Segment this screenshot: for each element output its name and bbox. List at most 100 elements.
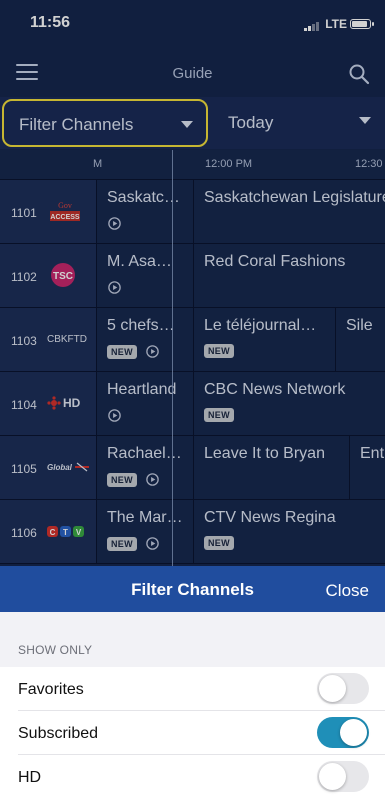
channel-cell[interactable]: 1102 TSC bbox=[0, 244, 96, 307]
replay-icon bbox=[146, 473, 159, 486]
channel-cell[interactable]: 1105 Global bbox=[0, 436, 96, 499]
program-title: Leave It to Bryan bbox=[204, 445, 325, 462]
replay-icon bbox=[146, 345, 159, 358]
section-label: SHOW ONLY bbox=[18, 643, 93, 657]
search-icon[interactable] bbox=[347, 62, 371, 86]
channel-cell[interactable]: 1103 CBKFTD bbox=[0, 308, 96, 371]
program-title: Red Coral Fashions bbox=[204, 253, 346, 270]
time-slot-1230: 12:30 bbox=[355, 158, 383, 170]
filter-channels-dropdown[interactable]: Filter Channels bbox=[2, 99, 208, 147]
program-cell[interactable]: Saskatchewan Legislature bbox=[193, 180, 385, 243]
filter-bar: Filter Channels Today bbox=[0, 97, 385, 149]
channel-row: 1101 Gov ACCESS Saskatc… Saskatchewan Le… bbox=[0, 180, 385, 244]
subscribed-toggle[interactable] bbox=[317, 717, 369, 748]
channel-number: 1103 bbox=[11, 334, 37, 348]
program-cell[interactable]: Sile bbox=[335, 308, 385, 371]
time-slot-previous: M bbox=[93, 158, 103, 170]
favorites-toggle[interactable] bbox=[317, 673, 369, 704]
program-cell[interactable]: Saskatc… bbox=[96, 180, 193, 243]
page-title: Guide bbox=[172, 65, 213, 82]
global-label: Global bbox=[47, 462, 72, 472]
toggle-knob bbox=[340, 719, 367, 746]
program-title: 5 chefs… bbox=[107, 317, 175, 334]
channel-row: 1103 CBKFTD 5 chefs… NEW Le téléjournal…… bbox=[0, 308, 385, 372]
channel-logo-cbkftd: CBKFTD bbox=[47, 333, 87, 345]
program-cell[interactable]: Red Coral Fashions bbox=[193, 244, 385, 307]
option-label: HD bbox=[18, 769, 42, 786]
close-button[interactable]: Close bbox=[326, 581, 369, 601]
time-header: M 12:00 PM 12:30 bbox=[0, 150, 385, 180]
filter-channels-label: Filter Channels bbox=[19, 115, 134, 134]
hd-label: HD bbox=[63, 396, 81, 410]
channel-row: 1102 TSC M. Asa… Red Coral Fashions bbox=[0, 244, 385, 308]
svg-text:Gov: Gov bbox=[58, 201, 72, 210]
current-time-indicator bbox=[172, 150, 173, 566]
replay-icon bbox=[108, 217, 121, 230]
channel-row: 1106 C T V The Mar… NEW CTV News Regina … bbox=[0, 500, 385, 564]
channel-row: 1105 Global Rachael… NEW Leave It to Bry… bbox=[0, 436, 385, 500]
svg-text:ACCESS: ACCESS bbox=[50, 214, 80, 221]
program-cell[interactable]: CBC News Network NEW bbox=[193, 372, 385, 435]
day-dropdown[interactable]: Today bbox=[214, 97, 385, 149]
program-title: Saskatchewan Legislature bbox=[204, 189, 385, 206]
channel-logo-gov-access: Gov ACCESS bbox=[50, 201, 80, 221]
program-cell[interactable]: CTV News Regina NEW bbox=[193, 500, 385, 563]
chevron-down-icon bbox=[359, 117, 371, 124]
svg-text:C: C bbox=[50, 528, 56, 537]
sheet-header: Filter Channels Close bbox=[0, 566, 385, 612]
new-badge: NEW bbox=[204, 408, 234, 422]
new-badge: NEW bbox=[107, 472, 137, 487]
global-swoosh-icon bbox=[74, 462, 89, 472]
toggle-knob bbox=[319, 763, 346, 790]
chevron-down-icon bbox=[181, 121, 193, 128]
program-title: Saskatc… bbox=[107, 189, 180, 206]
hd-toggle[interactable] bbox=[317, 761, 369, 792]
signal-icon bbox=[304, 22, 319, 31]
day-label: Today bbox=[228, 113, 274, 132]
replay-icon bbox=[108, 281, 121, 294]
program-cell[interactable]: Rachael… NEW bbox=[96, 436, 193, 499]
channel-logo-global: Global bbox=[47, 454, 90, 480]
channel-cell[interactable]: 1106 C T V bbox=[0, 500, 96, 563]
svg-text:TSC: TSC bbox=[53, 271, 73, 282]
program-title: Le téléjournal… bbox=[204, 317, 317, 334]
program-cell[interactable]: Le téléjournal… NEW bbox=[193, 308, 335, 371]
program-title: Sile bbox=[346, 317, 373, 334]
replay-icon bbox=[108, 409, 121, 422]
channel-number: 1101 bbox=[11, 206, 37, 220]
option-label: Subscribed bbox=[18, 725, 99, 742]
program-title: M. Asa… bbox=[107, 253, 172, 270]
channel-number: 1106 bbox=[11, 526, 37, 540]
program-cell[interactable]: Leave It to Bryan bbox=[193, 436, 349, 499]
replay-icon bbox=[146, 537, 159, 550]
program-title: CTV News Regina bbox=[204, 509, 336, 526]
toggle-knob bbox=[319, 675, 346, 702]
option-row-subscribed: Subscribed bbox=[0, 711, 385, 755]
filter-channels-sheet: Filter Channels Close SHOW ONLY Favorite… bbox=[0, 566, 385, 799]
new-badge: NEW bbox=[107, 536, 137, 551]
svg-text:V: V bbox=[76, 528, 82, 537]
program-cell[interactable]: 5 chefs… NEW bbox=[96, 308, 193, 371]
channel-cell[interactable]: 1104 HD bbox=[0, 372, 96, 435]
battery-icon bbox=[350, 19, 374, 29]
option-label: Favorites bbox=[18, 681, 84, 698]
program-title: Ent bbox=[360, 445, 385, 462]
program-cell[interactable]: Ent bbox=[349, 436, 385, 499]
status-time: 11:56 bbox=[30, 14, 71, 31]
channel-number: 1104 bbox=[11, 398, 37, 412]
guide-grid: 1101 Gov ACCESS Saskatc… Saskatchewan Le… bbox=[0, 180, 385, 566]
program-cell[interactable]: The Mar… NEW bbox=[96, 500, 193, 563]
new-badge: NEW bbox=[107, 344, 137, 359]
nav-bar: Guide bbox=[0, 48, 385, 96]
channel-number: 1105 bbox=[11, 462, 37, 476]
channel-cell[interactable]: 1101 Gov ACCESS bbox=[0, 180, 96, 243]
new-badge: NEW bbox=[204, 344, 234, 358]
network-label: LTE bbox=[325, 17, 347, 31]
program-cell[interactable]: Heartland bbox=[96, 372, 193, 435]
option-row-hd: HD bbox=[0, 755, 385, 799]
channel-logo-ctv: C T V bbox=[47, 526, 84, 537]
program-title: Heartland bbox=[107, 381, 177, 398]
time-slot-1200: 12:00 PM bbox=[205, 158, 253, 170]
channel-row: 1104 HD Heartland CBC News Network NEW bbox=[0, 372, 385, 436]
program-cell[interactable]: M. Asa… bbox=[96, 244, 193, 307]
